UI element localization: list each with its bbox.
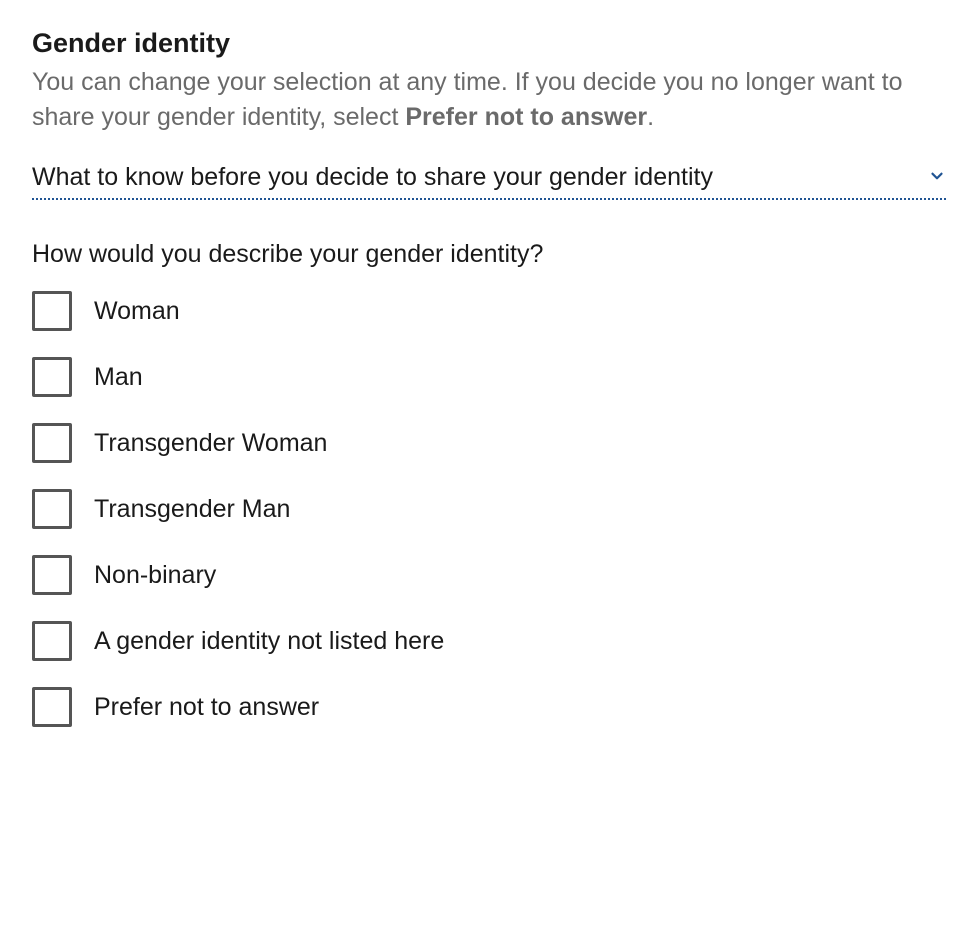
section-title: Gender identity [32,28,946,59]
checkbox-option-prefer-not-answer[interactable]: Prefer not to answer [32,687,946,727]
checkbox-input[interactable] [32,423,72,463]
checkbox-input[interactable] [32,489,72,529]
checkbox-input[interactable] [32,621,72,661]
checkbox-option-woman[interactable]: Woman [32,291,946,331]
checkbox-input[interactable] [32,555,72,595]
checkbox-label: Prefer not to answer [94,693,319,722]
disclosure-label: What to know before you decide to share … [32,163,713,192]
checkbox-input[interactable] [32,291,72,331]
checkbox-label: Non-binary [94,561,216,590]
description-bold: Prefer not to answer [405,103,647,131]
chevron-down-icon [928,163,946,192]
section-description: You can change your selection at any tim… [32,65,946,135]
checkbox-option-transgender-man[interactable]: Transgender Man [32,489,946,529]
checkbox-option-transgender-woman[interactable]: Transgender Woman [32,423,946,463]
checkbox-input[interactable] [32,687,72,727]
disclosure-toggle[interactable]: What to know before you decide to share … [32,163,946,200]
checkbox-label: Transgender Man [94,495,290,524]
checkbox-option-non-binary[interactable]: Non-binary [32,555,946,595]
checkbox-label: Woman [94,297,180,326]
question-label: How would you describe your gender ident… [32,240,946,269]
description-post: . [647,103,654,131]
checkbox-option-not-listed[interactable]: A gender identity not listed here [32,621,946,661]
checkbox-input[interactable] [32,357,72,397]
checkbox-label: Man [94,363,143,392]
checkbox-option-man[interactable]: Man [32,357,946,397]
checkbox-label: Transgender Woman [94,429,327,458]
checkbox-label: A gender identity not listed here [94,627,444,656]
checkbox-group: Woman Man Transgender Woman Transgender … [32,291,946,727]
